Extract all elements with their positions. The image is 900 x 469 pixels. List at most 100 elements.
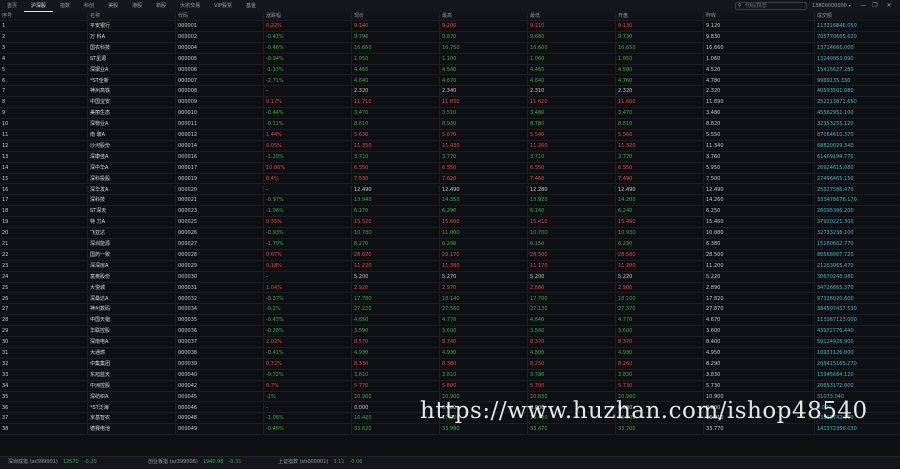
stock-code: 000019: [175, 173, 263, 184]
tab-3[interactable]: 科创: [77, 0, 101, 12]
stock-name: 美丽生态: [87, 108, 175, 119]
table-row[interactable]: 27 神州数码 000034 -0.1% 27.220 27.560 27.130 27.37…: [0, 304, 900, 316]
column-header[interactable]: 最高: [439, 12, 527, 20]
index-value: 1940.98: [202, 459, 224, 465]
table-row[interactable]: 31 大通燃 000038 -0.41% 4.930 4.930 4.800 4.930 4.9…: [0, 348, 900, 359]
table-row[interactable]: 21 深圳能源 000027 -1.79% 6.270 6.290 6.150 6.230 6.…: [0, 239, 900, 250]
restore-button[interactable]: ❐: [870, 0, 880, 12]
table-row[interactable]: 28 中国天楹 000035 -0.43% 4.650 4.770 4.640 4.770 4.…: [0, 315, 900, 327]
stock-code: 000023: [175, 206, 263, 217]
user-account[interactable]: 13800000000 ▾: [812, 0, 851, 12]
table-row[interactable]: 18 ST深天 000023 -1.06% 6.170 6.290 6.140 6.240 6.…: [0, 206, 900, 218]
table-row[interactable]: 26 深桑达A 000032 -0.37% 17.780 18.140 17.700 18.1…: [0, 293, 900, 305]
tab-0[interactable]: 首页: [0, 0, 24, 12]
table-row[interactable]: 5 深振业A 000006 -1.13% 4.460 4.540 4.460 4.500 4.5…: [0, 64, 900, 76]
table-row[interactable]: 22 国药一致 000028 0.67% 28.670 29.170 28.500 28.58…: [0, 249, 900, 261]
table-row[interactable]: 10 深物业A 000011 -0.11% 8.810 8.930 8.780 8.810 8.…: [0, 119, 900, 130]
prev-close: 16.660: [703, 42, 814, 53]
turnover: 21263065.470: [814, 260, 900, 271]
stock-code: 000021: [175, 195, 263, 206]
tab-9[interactable]: 基金: [239, 0, 263, 12]
open-price: 14.200: [615, 195, 703, 206]
stock-name: 深科技: [87, 195, 175, 206]
stock-code: 000040: [175, 369, 263, 380]
low-price: 8.370: [527, 337, 615, 347]
table-row[interactable]: 7 神州高铁 000008-2.320 2.340 2.310 2.320 2.320 405…: [0, 86, 900, 98]
table-row[interactable]: 3 国农科技 000004 -0.46% 16.650 16.750 16.600 16.65…: [0, 42, 900, 54]
prev-close: 5.730: [703, 380, 814, 391]
tab-1[interactable]: 沪深股: [24, 0, 54, 12]
high-price: 33.990: [439, 424, 527, 435]
column-header[interactable]: 代码: [175, 12, 263, 20]
close-button[interactable]: ✕: [884, 0, 894, 12]
column-header[interactable]: 名称: [87, 12, 175, 20]
row-index: 11: [2, 132, 9, 138]
turnover: 705770665.620: [814, 31, 900, 42]
current-price: 11.350: [351, 140, 439, 151]
table-row[interactable]: 13 深康佳A 000016 -1.29% 3.710 3.770 3.710 3.770 3.…: [0, 151, 900, 163]
index-item[interactable]: 上证指数 (sh000001) 3.11 -0.06: [278, 457, 362, 468]
stock-code: 000039: [175, 358, 263, 369]
table-row[interactable]: 30 深南电A 000037 2.02% 8.570 8.740 8.370 8.370 8.4…: [0, 337, 900, 348]
minimize-button[interactable]: —: [858, 0, 868, 12]
table-row[interactable]: 17 深科技 000021 -0.97% 13.940 14.350 13.920 14.20…: [0, 195, 900, 207]
table-row[interactable]: 23 深深房A 000029 0.18% 11.220 11.380 11.170 11.20…: [0, 260, 900, 272]
column-header[interactable]: 涨跌幅: [263, 12, 351, 20]
column-header[interactable]: 最低: [527, 12, 615, 20]
table-row[interactable]: 20 飞亚达 000026 -0.93% 10.780 11.000 10.700 10.93…: [0, 228, 900, 239]
table-row[interactable]: 14 深中华A 000017 10.00% 6.550 6.550 6.550 6.550 5.…: [0, 162, 900, 174]
tab-5[interactable]: 港股: [125, 0, 149, 12]
column-header[interactable]: 昨收: [703, 12, 814, 20]
high-price: 5.270: [439, 271, 527, 282]
table-row[interactable]: 9 美丽生态 000010 -0.44% 3.470 3.510 3.480 3.470 3.4…: [0, 108, 900, 120]
stock-code: 000046: [175, 402, 263, 413]
tab-8[interactable]: VIP股票: [207, 0, 239, 12]
table-row[interactable]: 25 大悦城 000031 1.04% 2.920 2.970 2.880 2.900 2.89…: [0, 282, 900, 294]
column-header[interactable]: 开盘: [615, 12, 703, 20]
high-price: 8.930: [439, 119, 527, 129]
column-header[interactable]: 序号: [0, 12, 87, 20]
table-row[interactable]: 34 中洲控股 000042 0.7% 5.770 5.800 5.700 5.730 5.73…: [0, 380, 900, 392]
table-row[interactable]: 12 沙河股份 000014 0.05% 11.350 11.430 11.260 11.32…: [0, 140, 900, 152]
open-price: 16.650: [615, 42, 703, 53]
column-header[interactable]: 现价: [351, 12, 439, 20]
column-header[interactable]: 成交额: [814, 12, 900, 20]
turnover: 45562951.100: [814, 108, 900, 119]
prev-close: 2.320: [703, 86, 814, 97]
stock-code: 000002: [175, 31, 263, 42]
table-row[interactable]: 2 万 科A 000002 -0.41% 9.790 9.870 9.680 9.730 9.8…: [0, 31, 900, 43]
table-row[interactable]: 24 富奥股份 000030-5.200 5.270 5.200 5.220 5.220 30…: [0, 271, 900, 283]
stock-code: 000045: [175, 391, 263, 402]
tab-6[interactable]: 新股: [149, 0, 173, 12]
tab-2[interactable]: 指数: [53, 0, 77, 12]
table-row[interactable]: 32 中集集团 000039 0.72% 8.330 8.380 8.250 8.260 8.2…: [0, 358, 900, 370]
open-price: 9.130: [615, 21, 703, 31]
table-row[interactable]: 33 东旭蓝天 000040 -0.72% 3.810 3.810 3.780 3.830 3.…: [0, 369, 900, 381]
stock-code: 000032: [175, 293, 263, 304]
table-row[interactable]: 15 深科投股 000019 0.4% 7.530 7.620 7.460 7.490 7.50…: [0, 173, 900, 185]
table-row[interactable]: 38 德赛电池 000049 -0.45% 33.620 33.990 33.470 33.7…: [0, 424, 900, 436]
table-row[interactable]: 6 *ST全新 000007 -2.71% 4.640 4.670 4.640 4.760 4.…: [0, 75, 900, 87]
change-percent: -0.94%: [263, 53, 351, 64]
change-percent: 0.4%: [263, 173, 351, 184]
search-box[interactable]: ⚲: [735, 2, 807, 10]
index-name: 上证指数 (sh000001): [278, 459, 329, 465]
table-row[interactable]: 8 中国宝安 000009 0.17% 11.710 11.830 11.620 11.600…: [0, 97, 900, 109]
stock-name: 深南电A: [87, 337, 175, 347]
search-input[interactable]: [745, 3, 805, 9]
high-price: 8.380: [439, 358, 527, 369]
tab-4[interactable]: 美股: [101, 0, 125, 12]
change-percent: -0.97%: [263, 195, 351, 206]
table-row[interactable]: 29 华联控股 000036 -0.28% 3.590 3.600 3.560 3.600 3.…: [0, 326, 900, 338]
table-row[interactable]: 19 特 力A 000025 0.35% 15.520 15.600 15.410 15.49…: [0, 217, 900, 229]
table-row[interactable]: 4 ST星源 000005 -0.94% 1.050 1.100 1.060 1.050 1.0…: [0, 53, 900, 65]
table-row[interactable]: 11 南 玻A 000012 1.44% 5.630 5.670 5.540 5.560 5.5…: [0, 130, 900, 141]
index-item[interactable]: 深圳成指 (sz399001) 12570 -0.20: [8, 457, 97, 468]
index-item[interactable]: 创业板指 (sz399006) 1940.98 -0.31: [148, 457, 241, 468]
low-price: 6.150: [527, 239, 615, 249]
tab-7[interactable]: 大宗交易: [173, 0, 207, 12]
table-row[interactable]: 16 深华发A 000020-12.490 12.490 12.280 12.490 12.…: [0, 184, 900, 196]
change-percent: 2.02%: [263, 337, 351, 347]
high-price: 2.340: [439, 86, 527, 97]
table-row[interactable]: 1 平安银行 000001 0.22% 9.140 9.200 9.110 9.130 9.12…: [0, 21, 900, 32]
